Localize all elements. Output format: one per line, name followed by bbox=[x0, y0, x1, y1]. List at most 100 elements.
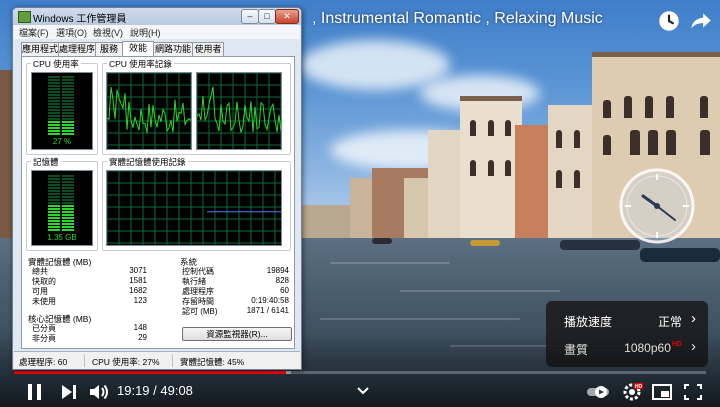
building-window bbox=[556, 130, 562, 148]
meter-segment bbox=[62, 118, 74, 120]
chevron-down-icon[interactable] bbox=[352, 381, 374, 401]
chevron-right-icon: › bbox=[691, 310, 696, 327]
stat-key: 非分頁 bbox=[32, 334, 56, 343]
building-window bbox=[700, 96, 708, 118]
video-title[interactable]: , Instrumental Romantic , Relaxing Music bbox=[312, 10, 603, 28]
cpu-usage-label: CPU 使用率 bbox=[31, 58, 81, 70]
building-window bbox=[488, 120, 494, 136]
task-manager-titlebar[interactable]: Windows 工作管理員 – □ ✕ bbox=[13, 8, 301, 25]
meter-segment bbox=[48, 211, 60, 213]
building-window bbox=[666, 130, 676, 155]
tab-networking[interactable]: 網路功能 bbox=[153, 42, 193, 56]
menu-file[interactable]: 檔案(F) bbox=[19, 26, 49, 39]
meter-segment bbox=[62, 202, 74, 204]
meter-segment bbox=[62, 127, 74, 129]
menu-bar: 檔案(F) 選項(O) 檢視(V) 說明(H) bbox=[14, 25, 300, 39]
tab-services[interactable]: 服務 bbox=[95, 42, 123, 56]
menu-help[interactable]: 說明(H) bbox=[130, 26, 161, 39]
status-cpu: CPU 使用率: 27% bbox=[92, 357, 160, 367]
progress-bar[interactable] bbox=[14, 371, 706, 374]
meter-segment bbox=[62, 175, 74, 177]
performance-panel: CPU 使用率 27 % CPU 使用率記錄 記憶體 1.35 GB 實體記憶體… bbox=[21, 56, 295, 349]
clock-icon bbox=[619, 168, 695, 244]
meter-segment bbox=[48, 193, 60, 195]
meter-segment bbox=[48, 229, 60, 231]
meter-segment bbox=[62, 85, 74, 87]
status-separator bbox=[172, 354, 173, 367]
water-ripple bbox=[400, 290, 560, 292]
tab-applications[interactable]: 應用程式 bbox=[21, 42, 59, 56]
meter-segment bbox=[62, 130, 74, 132]
fullscreen-icon[interactable] bbox=[682, 382, 704, 402]
meter-segment bbox=[62, 184, 74, 186]
meter-segment bbox=[62, 190, 74, 192]
meter-segment bbox=[62, 106, 74, 108]
kernel-memory-nonpaged: 非分頁 29 bbox=[32, 333, 147, 343]
roofline bbox=[592, 52, 720, 57]
meter-segment bbox=[48, 223, 60, 225]
building-window bbox=[648, 130, 658, 155]
meter-segment bbox=[62, 115, 74, 117]
meter-segment bbox=[48, 97, 60, 99]
meter-segment bbox=[48, 85, 60, 87]
svg-text:HD: HD bbox=[635, 384, 643, 390]
close-button[interactable]: ✕ bbox=[275, 9, 299, 24]
memory-history-plot bbox=[107, 171, 281, 245]
tab-users[interactable]: 使用者 bbox=[192, 42, 224, 56]
building-window bbox=[505, 160, 511, 176]
building-window bbox=[574, 170, 580, 188]
meter-segment bbox=[48, 79, 60, 81]
system-threads: 執行緒 828 bbox=[182, 276, 289, 286]
water-ripple bbox=[330, 262, 450, 264]
system-uptime: 存留時間 0:19:40:58 bbox=[182, 296, 289, 306]
physical-memory-free: 未使用 123 bbox=[32, 296, 147, 306]
task-manager-window[interactable]: Windows 工作管理員 – □ ✕ 檔案(F) 選項(O) 檢視(V) 說明… bbox=[12, 7, 302, 370]
building-window bbox=[556, 170, 562, 188]
tab-processes[interactable]: 處理程序 bbox=[58, 42, 96, 56]
building-window bbox=[666, 96, 674, 118]
system-handles: 控制代碼 19894 bbox=[182, 266, 289, 276]
building-window bbox=[470, 120, 476, 136]
stat-value: 60 bbox=[280, 286, 289, 295]
next-icon[interactable] bbox=[58, 382, 80, 402]
volume-icon[interactable] bbox=[88, 382, 112, 402]
miniplayer-icon[interactable] bbox=[651, 382, 673, 402]
memory-value: 1.35 GB bbox=[47, 233, 77, 242]
cpu-history-line bbox=[107, 87, 191, 133]
meter-segment bbox=[62, 121, 74, 123]
minimize-button[interactable]: – bbox=[241, 9, 259, 24]
stat-value: 828 bbox=[275, 276, 289, 285]
tab-performance[interactable]: 效能 bbox=[122, 41, 154, 57]
status-processes: 處理程序: 60 bbox=[19, 357, 68, 367]
building bbox=[515, 125, 551, 240]
building-window bbox=[470, 160, 476, 176]
menu-options[interactable]: 選項(O) bbox=[56, 26, 87, 39]
stat-value: 1682 bbox=[129, 286, 147, 295]
share-icon[interactable] bbox=[688, 8, 714, 34]
meter-segment bbox=[48, 127, 60, 129]
cpu-history-label: CPU 使用率記錄 bbox=[107, 58, 174, 70]
watch-later-icon[interactable] bbox=[656, 8, 682, 34]
settings-label-speed: 播放速度 bbox=[564, 315, 613, 329]
meter-segment bbox=[62, 205, 74, 207]
meter-segment bbox=[62, 79, 74, 81]
physical-memory-total: 總共 3071 bbox=[32, 266, 147, 276]
cpu-history-group: CPU 使用率記錄 bbox=[102, 58, 291, 155]
meter-segment bbox=[48, 106, 60, 108]
stat-key: 認可 (MB) bbox=[182, 307, 218, 316]
stat-value: 1871 / 6141 bbox=[246, 306, 289, 315]
cpu-usage-group: CPU 使用率 27 % bbox=[26, 58, 98, 155]
settings-value-speed: 正常 bbox=[657, 315, 682, 329]
status-bar: 處理程序: 60 CPU 使用率: 27% 實體記憶體: 45% bbox=[14, 351, 300, 369]
resource-monitor-button[interactable]: 資源監視器(R)... bbox=[182, 327, 292, 341]
meter-segment bbox=[48, 124, 60, 126]
meter-segment bbox=[62, 97, 74, 99]
autoplay-toggle-icon[interactable] bbox=[585, 382, 611, 402]
meter-segment bbox=[48, 184, 60, 186]
menu-view[interactable]: 檢視(V) bbox=[93, 26, 123, 39]
pause-icon[interactable] bbox=[24, 382, 46, 402]
maximize-button[interactable]: □ bbox=[258, 9, 276, 24]
meter-segment bbox=[62, 88, 74, 90]
meter-segment bbox=[48, 175, 60, 177]
settings-gear-icon[interactable]: HD bbox=[621, 382, 643, 402]
